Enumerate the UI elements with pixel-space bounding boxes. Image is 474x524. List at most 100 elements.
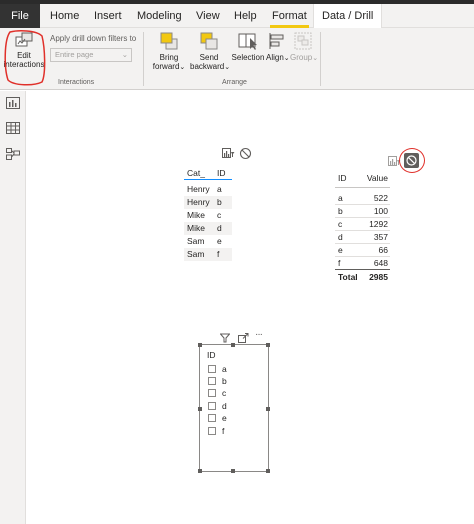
menu-data-drill[interactable]: Data / Drill [313, 4, 383, 29]
table-cell: Henry [187, 184, 210, 194]
slicer-item-label: f [222, 426, 225, 436]
table-header-id: ID [338, 173, 347, 183]
more-options-icon[interactable]: ··· [255, 329, 263, 340]
align-label: Align [266, 53, 284, 62]
ribbon-separator [320, 32, 321, 86]
menu-view[interactable]: View [188, 4, 228, 28]
table-row[interactable]: a 522 [335, 192, 390, 205]
menu-home[interactable]: Home [42, 4, 87, 28]
filter-icon[interactable] [220, 333, 230, 343]
table-row[interactable]: Mike d [184, 222, 232, 235]
send-backward-button[interactable]: Send backward⌄ [190, 31, 231, 72]
table-cell: b [338, 206, 343, 216]
left-view-nav [0, 91, 26, 524]
resize-handle[interactable] [198, 469, 202, 473]
table-cell: d [338, 232, 343, 242]
table-total-row: Total 2985 [335, 271, 390, 284]
table-header-row: ID Value [335, 172, 390, 188]
table-cell: 1292 [369, 219, 388, 229]
table-cell: c [217, 210, 222, 220]
table-row[interactable]: e 66 [335, 244, 390, 257]
table-row[interactable]: b 100 [335, 205, 390, 218]
chevron-down-icon: ⌄ [312, 55, 319, 62]
menu-insert[interactable]: Insert [86, 4, 130, 28]
resize-handle[interactable] [198, 407, 202, 411]
slicer-item-label: c [222, 388, 227, 398]
report-view-icon[interactable] [6, 97, 20, 109]
table-cell: 100 [373, 206, 388, 216]
bring-forward-icon [160, 32, 178, 50]
annotation-circle-none-icon [399, 148, 425, 173]
resize-handle[interactable] [266, 343, 270, 347]
selection-button[interactable]: Selection [231, 31, 265, 62]
filter-interaction-icon[interactable] [222, 148, 235, 159]
bring-forward-button[interactable]: Bring forward⌄ [152, 31, 186, 72]
table-cell: d [217, 223, 222, 233]
slicer-item-label: b [222, 376, 227, 386]
resize-handle[interactable] [231, 343, 235, 347]
apply-drill-placeholder: Entire page [55, 50, 94, 59]
menu-help[interactable]: Help [226, 4, 265, 28]
table-cell: a [338, 193, 343, 203]
send-backward-icon [200, 32, 218, 50]
arrange-group-label: Arrange [222, 79, 247, 86]
model-view-icon[interactable] [6, 148, 20, 160]
checkbox[interactable] [208, 402, 216, 410]
table-row[interactable]: Henry a [184, 183, 232, 196]
resize-handle[interactable] [231, 469, 235, 473]
table-row[interactable]: Sam f [184, 248, 232, 261]
apply-drill-label: Apply drill down filters to [50, 34, 137, 43]
table-row[interactable]: f 648 [335, 257, 390, 270]
resize-handle[interactable] [266, 469, 270, 473]
resize-handle[interactable] [266, 407, 270, 411]
table-header-value: Value [366, 173, 388, 183]
slicer-item-label: e [222, 413, 227, 423]
checkbox[interactable] [208, 389, 216, 397]
table-cell: f [217, 249, 220, 259]
checkbox[interactable] [208, 427, 216, 435]
slicer-header: ID [207, 350, 216, 360]
table-cell: a [217, 184, 222, 194]
menu-file[interactable]: File [0, 4, 40, 28]
id-slicer[interactable]: ID a b c d e f [198, 343, 270, 473]
table-row[interactable]: d 357 [335, 231, 390, 244]
resize-handle[interactable] [198, 343, 202, 347]
table-cell: 66 [378, 245, 388, 255]
table-total-value: 2985 [369, 272, 388, 282]
table-cell: Mike [187, 210, 205, 220]
group-label: Group [290, 53, 313, 62]
focus-mode-icon[interactable] [238, 333, 249, 343]
selection-label: Selection [231, 53, 265, 62]
table-cell: 357 [373, 232, 388, 242]
menu-bar: File Home Insert Modeling View Help Form… [0, 4, 474, 29]
menu-format[interactable]: Format [264, 4, 315, 28]
selection-pane-icon [238, 33, 257, 50]
group-icon [294, 32, 312, 50]
chevron-down-icon: ⌄ [179, 64, 186, 71]
slicer-item-label: d [222, 401, 227, 411]
table-row[interactable]: Henry b [184, 196, 232, 209]
chevron-down-icon: ⌄ [283, 55, 290, 62]
bring-forward-label-2: forward [152, 62, 180, 71]
checkbox[interactable] [208, 377, 216, 385]
data-view-icon[interactable] [6, 122, 20, 134]
menu-modeling[interactable]: Modeling [129, 4, 190, 28]
none-interaction-icon[interactable] [239, 147, 252, 160]
checkbox[interactable] [208, 365, 216, 373]
slicer-item-label: a [222, 364, 227, 374]
ribbon-separator [143, 32, 144, 86]
align-button[interactable]: Align⌄ [266, 31, 290, 63]
chevron-down-icon: ⌄ [224, 64, 231, 71]
table-row[interactable]: Mike c [184, 209, 232, 222]
checkbox[interactable] [208, 414, 216, 422]
table-row[interactable]: Sam e [184, 235, 232, 248]
apply-drill-dropdown[interactable]: Entire page ⌄ [50, 48, 132, 62]
group-button[interactable]: Group⌄ [290, 31, 319, 63]
table-cell: 648 [373, 258, 388, 268]
send-backward-label-2: backward [190, 62, 225, 71]
table-cell: Sam [187, 236, 205, 246]
table-header-cat: Cat_ [187, 168, 205, 178]
table-row[interactable]: c 1292 [335, 218, 390, 231]
annotation-circle-edit-interactions [4, 30, 46, 86]
table-cell: e [217, 236, 222, 246]
